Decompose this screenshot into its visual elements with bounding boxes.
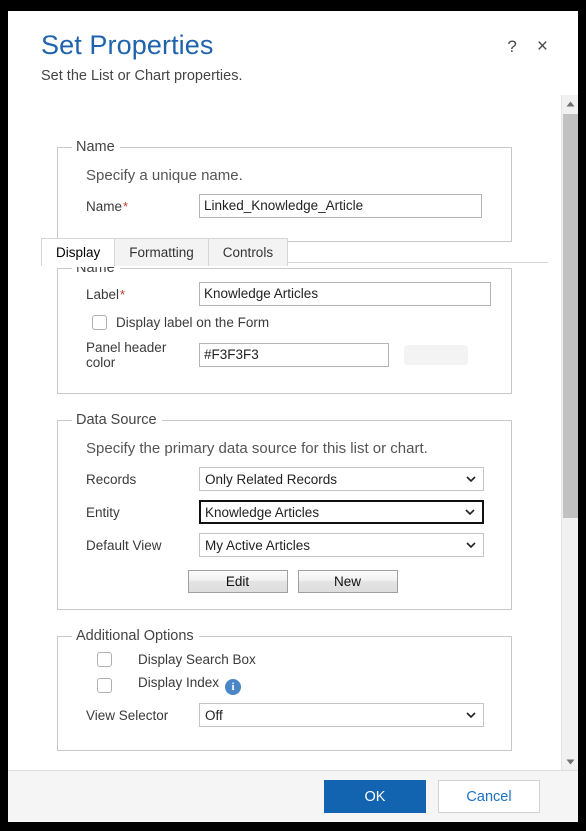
name-row: Name* [68, 194, 501, 218]
records-label: Records [86, 471, 137, 487]
tab-controls[interactable]: Controls [207, 238, 289, 266]
display-index-text: Display Index [138, 675, 220, 690]
edit-button[interactable]: Edit [187, 570, 288, 593]
additional-options-group: Additional Options Display Search Box Di… [57, 628, 512, 751]
data-source-description: Specify the primary data source for this… [86, 440, 428, 457]
close-icon[interactable]: × [537, 37, 548, 56]
caret-up-icon [566, 101, 575, 106]
chevron-down-icon [466, 542, 476, 549]
display-index-label: Display Index i [138, 675, 242, 695]
display-search-box-checkbox[interactable] [97, 652, 112, 667]
records-value: Only Related Records [205, 471, 338, 487]
dialog-body: Display Formatting Controls Name Specify… [8, 95, 578, 770]
records-row: Records Only Related Records [68, 467, 501, 491]
data-source-legend: Data Source [76, 412, 157, 428]
page-subtitle: Set the List or Chart properties. [41, 68, 243, 84]
label-row: Label* [68, 282, 501, 306]
label-field-label: Label* [68, 287, 199, 302]
tab-strip: Display Formatting Controls [41, 238, 289, 267]
label-label-text: Label [86, 286, 120, 302]
name-group-description: Specify a unique name. [86, 167, 243, 184]
entity-select[interactable]: Knowledge Articles [199, 500, 484, 524]
view-selector-value: Off [205, 707, 223, 723]
panel-header-color-label: Panel header color [86, 340, 167, 370]
label-input[interactable] [199, 282, 491, 306]
display-label-row: Display label on the Form [68, 315, 501, 330]
vertical-scrollbar[interactable] [561, 95, 578, 770]
ok-button[interactable]: OK [324, 780, 426, 813]
view-selector-label: View Selector [86, 707, 169, 723]
help-icon[interactable]: ? [507, 38, 516, 55]
header-buttons: ? × [507, 37, 548, 56]
additional-options-legend: Additional Options [76, 628, 194, 644]
data-source-group: Data Source Specify the primary data sou… [57, 412, 512, 610]
default-view-label: Default View [86, 537, 162, 553]
panel-header-color-row: Panel header color [68, 340, 501, 370]
entity-label: Entity [86, 504, 120, 520]
dialog-footer: OK Cancel [8, 770, 578, 822]
display-label-checkbox[interactable] [92, 315, 107, 330]
set-properties-dialog: Set Properties Set the List or Chart pro… [5, 8, 581, 825]
caret-down-icon [566, 759, 575, 764]
data-source-buttons: Edit New [84, 570, 501, 593]
required-asterisk: * [120, 286, 126, 302]
display-index-checkbox[interactable] [97, 677, 112, 693]
page-title: Set Properties [41, 30, 214, 60]
panel-header-color-swatch[interactable] [404, 345, 468, 365]
display-search-box-row: Display Search Box [68, 652, 501, 667]
tab-formatting[interactable]: Formatting [114, 238, 209, 266]
new-button[interactable]: New [297, 570, 398, 593]
cancel-button[interactable]: Cancel [438, 780, 540, 813]
tab-display[interactable]: Display [41, 238, 116, 267]
name-label-text: Name [86, 198, 123, 214]
display-label-checkbox-label: Display label on the Form [116, 315, 270, 330]
records-select[interactable]: Only Related Records [199, 467, 484, 491]
entity-value: Knowledge Articles [205, 504, 320, 520]
name-group-legend: Name [76, 139, 115, 155]
default-view-value: My Active Articles [205, 537, 311, 553]
settings-scroll-area: Name Specify a unique name. Name* Name L… [8, 95, 561, 770]
chevron-down-icon [466, 476, 476, 483]
default-view-row: Default View My Active Articles [68, 533, 501, 557]
name-field-label: Name* [68, 199, 199, 214]
scrollbar-thumb[interactable] [563, 114, 578, 518]
scroll-down-arrow[interactable] [562, 753, 578, 770]
display-index-row: Display Index i [68, 675, 501, 695]
view-selector-row: View Selector Off [68, 703, 501, 727]
chevron-down-icon [465, 509, 475, 516]
panel-header-color-input[interactable] [199, 343, 389, 367]
entity-row: Entity Knowledge Articles [68, 500, 501, 524]
default-view-select[interactable]: My Active Articles [199, 533, 484, 557]
scroll-up-arrow[interactable] [562, 95, 578, 112]
view-selector-select[interactable]: Off [199, 703, 484, 727]
name-group: Name Specify a unique name. Name* [57, 139, 512, 242]
name-input[interactable] [199, 194, 482, 218]
info-icon[interactable]: i [225, 679, 242, 695]
label-group: Name Label* Display label on the Form Pa… [57, 260, 512, 394]
dialog-header: Set Properties Set the List or Chart pro… [8, 11, 578, 95]
display-search-box-label: Display Search Box [138, 652, 256, 667]
required-asterisk: * [123, 198, 129, 214]
chevron-down-icon [466, 712, 476, 719]
